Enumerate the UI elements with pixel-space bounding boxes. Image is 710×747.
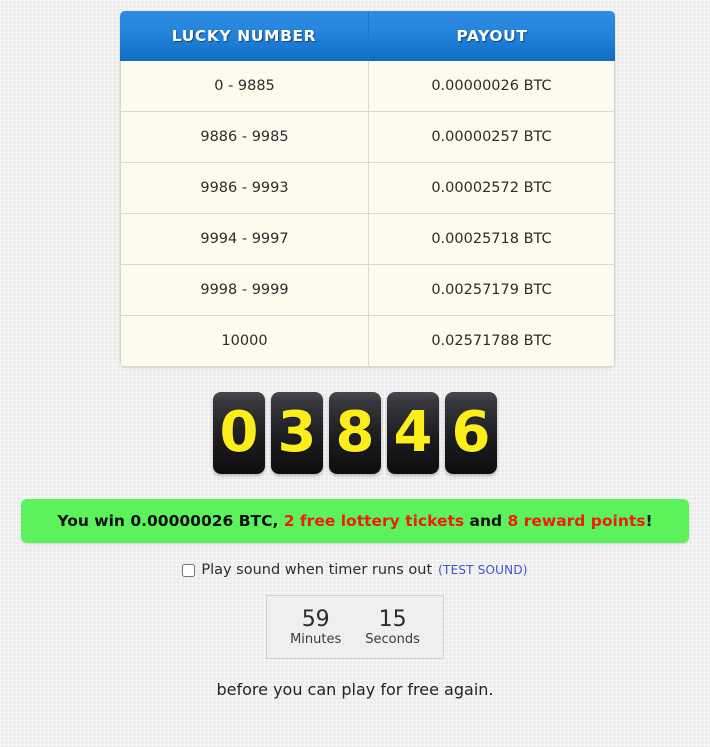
- cell-payout: 0.00025718 BTC: [369, 214, 615, 265]
- play-sound-checkbox[interactable]: [182, 563, 196, 577]
- win-result-banner: You win 0.00000026 BTC, 2 free lottery t…: [21, 499, 689, 543]
- column-header-lucky-number: LUCKY NUMBER: [120, 11, 369, 61]
- cell-payout: 0.00000026 BTC: [369, 61, 615, 112]
- play-sound-label: Play sound when timer runs out: [201, 562, 433, 578]
- table-row: 10000 0.02571788 BTC: [120, 316, 615, 367]
- win-message-conjunction: and: [464, 512, 508, 530]
- payout-table-header-row: LUCKY NUMBER PAYOUT: [120, 11, 615, 61]
- timer-seconds-label: Seconds: [365, 631, 420, 647]
- table-row: 9986 - 9993 0.00002572 BTC: [120, 163, 615, 214]
- cell-lucky-number: 10000: [120, 316, 369, 367]
- timer-seconds: 15 Seconds: [365, 608, 420, 647]
- cell-lucky-number: 9998 - 9999: [120, 265, 369, 316]
- payout-table: LUCKY NUMBER PAYOUT 0 - 9885 0.00000026 …: [120, 11, 615, 367]
- table-row: 9886 - 9985 0.00000257 BTC: [120, 112, 615, 163]
- win-message: You win 0.00000026 BTC, 2 free lottery t…: [57, 512, 652, 530]
- win-reward-points: 8 reward points: [507, 512, 646, 530]
- timer-minutes: 59 Minutes: [290, 608, 341, 647]
- win-message-prefix: You win 0.00000026 BTC,: [57, 512, 284, 530]
- timer-minutes-label: Minutes: [290, 631, 342, 647]
- lucky-number-digit: 8: [329, 392, 381, 474]
- lucky-number-digit: 4: [387, 392, 439, 474]
- countdown-timer: 59 Minutes 15 Seconds: [266, 595, 444, 659]
- win-free-tickets: 2 free lottery tickets: [283, 512, 465, 530]
- table-row: 9998 - 9999 0.00257179 BTC: [120, 265, 615, 316]
- cell-lucky-number: 0 - 9885: [120, 61, 369, 112]
- cell-payout: 0.02571788 BTC: [369, 316, 615, 367]
- payout-table-container: LUCKY NUMBER PAYOUT 0 - 9885 0.00000026 …: [120, 11, 615, 367]
- cell-payout: 0.00002572 BTC: [369, 163, 615, 214]
- cell-payout: 0.00257179 BTC: [369, 265, 615, 316]
- timer-minutes-value: 59: [301, 606, 330, 632]
- payout-table-body: 0 - 9885 0.00000026 BTC 9886 - 9985 0.00…: [120, 61, 615, 367]
- lucky-number-digit: 6: [445, 392, 497, 474]
- payout-table-head: LUCKY NUMBER PAYOUT: [120, 11, 615, 61]
- lucky-number-display: 0 3 8 4 6: [0, 392, 710, 474]
- win-message-suffix: !: [645, 512, 653, 530]
- column-header-payout: PAYOUT: [369, 11, 615, 61]
- play-again-note: before you can play for free again.: [216, 680, 494, 699]
- play-sound-row: Play sound when timer runs out (TEST SOU…: [0, 562, 710, 578]
- lucky-number-digit: 3: [271, 392, 323, 474]
- timer-seconds-value: 15: [378, 606, 407, 632]
- test-sound-link[interactable]: (TEST SOUND): [438, 563, 528, 577]
- cell-lucky-number: 9986 - 9993: [120, 163, 369, 214]
- table-row: 9994 - 9997 0.00025718 BTC: [120, 214, 615, 265]
- cell-lucky-number: 9994 - 9997: [120, 214, 369, 265]
- table-row: 0 - 9885 0.00000026 BTC: [120, 61, 615, 112]
- cell-lucky-number: 9886 - 9985: [120, 112, 369, 163]
- lucky-number-digit: 0: [213, 392, 265, 474]
- cell-payout: 0.00000257 BTC: [369, 112, 615, 163]
